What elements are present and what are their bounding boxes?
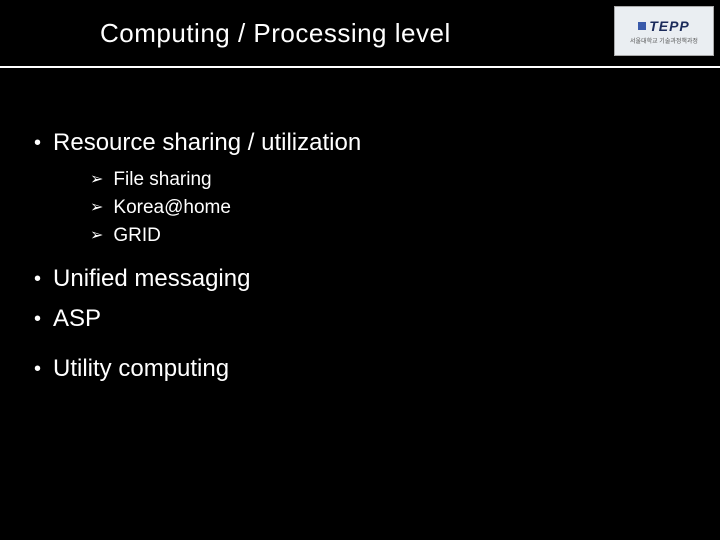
logo-main: TEPP [638, 18, 690, 34]
slide-content: • Resource sharing / utilization ➢ File … [0, 68, 720, 384]
bullet-icon: • [34, 304, 41, 334]
bullet-icon: • [34, 264, 41, 294]
arrow-icon: ➢ [90, 168, 103, 192]
sub-text: GRID [113, 224, 161, 248]
bullet-icon: • [34, 354, 41, 384]
logo-square-icon [638, 22, 646, 30]
slide-header: Computing / Processing level TEPP 서울대학교 … [0, 0, 720, 68]
slide-title: Computing / Processing level [100, 18, 451, 49]
arrow-icon: ➢ [90, 196, 103, 220]
sub-text: File sharing [113, 168, 211, 192]
logo-badge: TEPP 서울대학교 기술과정책과정 [614, 6, 714, 56]
sub-item: ➢ GRID [90, 224, 690, 248]
logo-main-text: TEPP [649, 18, 690, 34]
logo-sub-text: 서울대학교 기술과정책과정 [630, 36, 698, 45]
sub-item: ➢ Korea@home [90, 196, 690, 220]
bullet-text: ASP [53, 304, 101, 334]
bullet-item: • Utility computing [30, 354, 690, 384]
bullet-text: Utility computing [53, 354, 229, 384]
bullet-icon: • [34, 128, 41, 158]
bullet-item: • Resource sharing / utilization [30, 128, 690, 158]
sub-item: ➢ File sharing [90, 168, 690, 192]
bullet-item: • ASP [30, 304, 690, 334]
bullet-text: Resource sharing / utilization [53, 128, 361, 158]
bullet-text: Unified messaging [53, 264, 250, 294]
sub-list: ➢ File sharing ➢ Korea@home ➢ GRID [90, 168, 690, 248]
bullet-item: • Unified messaging [30, 264, 690, 294]
sub-text: Korea@home [113, 196, 231, 220]
arrow-icon: ➢ [90, 224, 103, 248]
